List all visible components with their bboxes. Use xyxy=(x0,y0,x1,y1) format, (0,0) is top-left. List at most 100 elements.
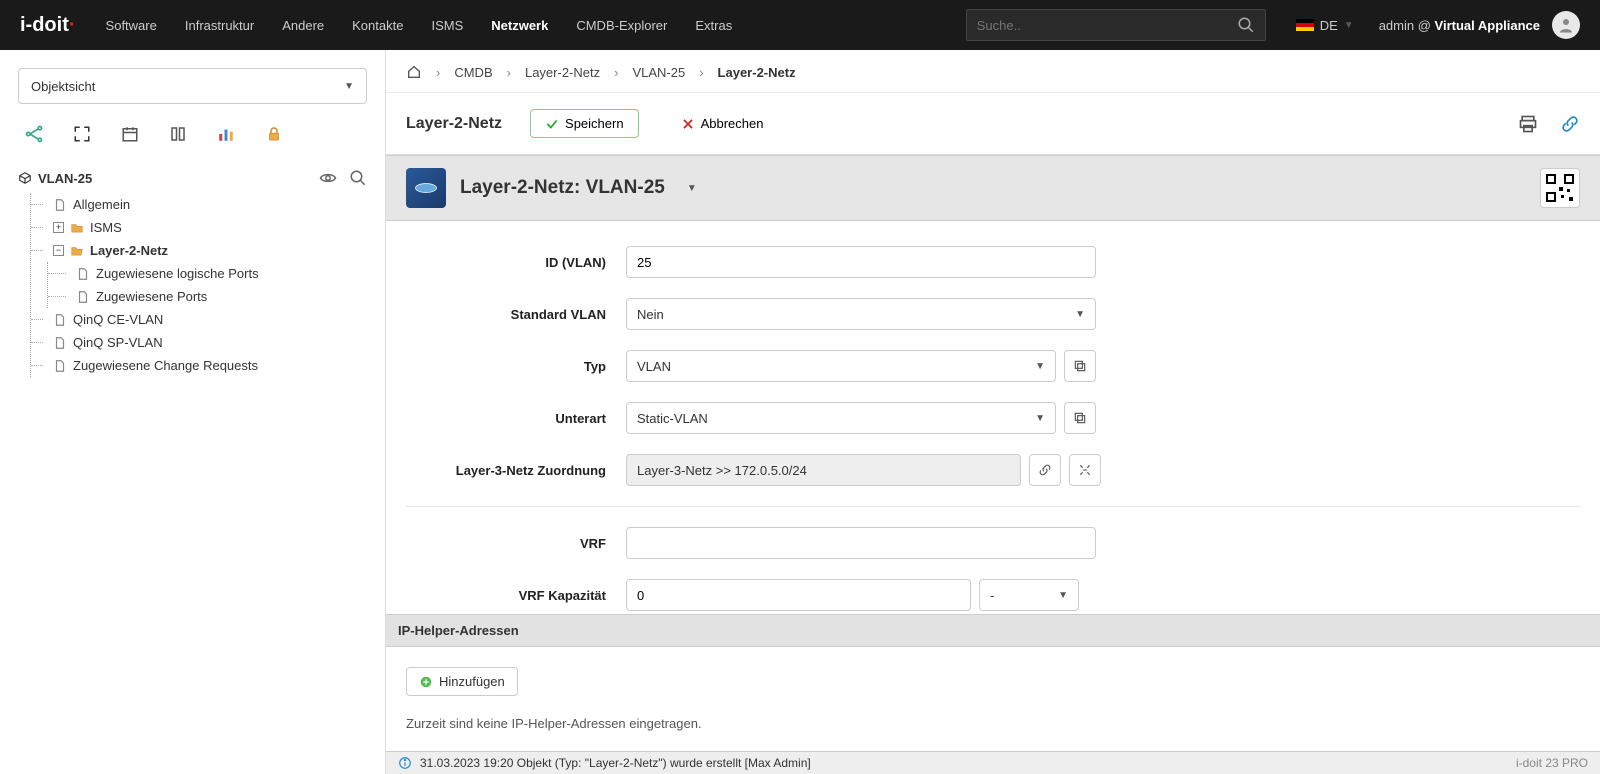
print-icon[interactable] xyxy=(1518,114,1538,134)
content: › CMDB › Layer-2-Netz › VLAN-25 › Layer-… xyxy=(386,50,1600,774)
chevron-down-icon[interactable]: ▼ xyxy=(687,183,697,194)
calendar-icon[interactable] xyxy=(120,124,140,144)
qr-code[interactable] xyxy=(1540,168,1580,208)
chevron-down-icon: ▼ xyxy=(1344,20,1354,31)
flag-de-icon xyxy=(1296,19,1314,31)
chevron-right-icon: › xyxy=(614,65,618,80)
label-std-vlan: Standard VLAN xyxy=(406,307,626,322)
search-icon[interactable] xyxy=(349,169,367,187)
qr-icon xyxy=(1545,173,1575,203)
copy-button[interactable] xyxy=(1064,350,1096,382)
user-info: admin @ Virtual Appliance xyxy=(1379,18,1540,33)
page-icon xyxy=(76,267,90,281)
bc-vlan25[interactable]: VLAN-25 xyxy=(632,65,685,80)
object-header: Layer-2-Netz: VLAN-25 ▼ xyxy=(386,155,1600,221)
tree-item-l2-sub1[interactable]: Zugewiesene logische Ports xyxy=(48,262,367,285)
chevron-down-icon: ▼ xyxy=(1035,413,1045,424)
add-ip-helper-button[interactable]: Hinzufügen xyxy=(406,667,518,696)
page-icon xyxy=(53,313,67,327)
save-button[interactable]: Speichern xyxy=(530,109,639,138)
link-button[interactable] xyxy=(1029,454,1061,486)
tree-item-l2[interactable]: − Layer-2-Netz xyxy=(31,239,367,262)
tree-item-qinq-sp[interactable]: QinQ SP-VLAN xyxy=(31,331,367,354)
input-vrf-kap[interactable] xyxy=(626,579,971,611)
select-unterart[interactable]: Static-VLAN▼ xyxy=(626,402,1056,434)
tree-item-allgemein[interactable]: Allgemein xyxy=(31,193,367,216)
footer-version: i-doit 23 PRO xyxy=(1516,756,1588,770)
book-icon[interactable] xyxy=(168,124,188,144)
ip-helper-empty: Zurzeit sind keine IP-Helper-Adressen ei… xyxy=(406,716,1580,731)
nav-andere[interactable]: Andere xyxy=(282,18,324,33)
input-vrf[interactable] xyxy=(626,527,1096,559)
page-icon xyxy=(53,359,67,373)
eye-icon[interactable] xyxy=(319,169,337,187)
expand-icon[interactable] xyxy=(72,124,92,144)
page-title: Layer-2-Netz xyxy=(406,115,502,133)
tree-item-l2-sub2[interactable]: Zugewiesene Ports xyxy=(48,285,367,308)
expand-toggle[interactable]: + xyxy=(53,222,64,233)
object-type-icon xyxy=(406,168,446,208)
select-typ[interactable]: VLAN▼ xyxy=(626,350,1056,382)
nav-software[interactable]: Software xyxy=(106,18,157,33)
label-typ: Typ xyxy=(406,359,626,374)
bc-l2netz[interactable]: Layer-2-Netz xyxy=(525,65,600,80)
nav-cmdb-explorer[interactable]: CMDB-Explorer xyxy=(576,18,667,33)
nav-infrastruktur[interactable]: Infrastruktur xyxy=(185,18,254,33)
check-icon xyxy=(545,117,559,131)
copy-button[interactable] xyxy=(1064,402,1096,434)
chevron-down-icon: ▼ xyxy=(1035,361,1045,372)
nav-extras[interactable]: Extras xyxy=(695,18,732,33)
chevron-down-icon: ▼ xyxy=(1058,590,1068,601)
chevron-down-icon: ▼ xyxy=(344,81,354,92)
bc-cmdb[interactable]: CMDB xyxy=(454,65,492,80)
link-icon[interactable] xyxy=(1560,114,1580,134)
input-id-vlan[interactable] xyxy=(626,246,1096,278)
cube-icon xyxy=(18,171,32,185)
ip-helper-heading: IP-Helper-Adressen xyxy=(386,614,1600,647)
select-std-vlan[interactable]: Nein▼ xyxy=(626,298,1096,330)
topbar: i-doit· Software Infrastruktur Andere Ko… xyxy=(0,0,1600,50)
form: ID (VLAN) Standard VLAN Nein▼ Typ VLAN▼ … xyxy=(386,221,1600,614)
label-l3-zuordnung: Layer-3-Netz Zuordnung xyxy=(406,463,626,478)
avatar[interactable] xyxy=(1552,11,1580,39)
label-vrf: VRF xyxy=(406,536,626,551)
nav-isms[interactable]: ISMS xyxy=(431,18,463,33)
footer-msg: 31.03.2023 19:20 Objekt (Typ: "Layer-2-N… xyxy=(420,756,811,770)
chevron-right-icon: › xyxy=(507,65,511,80)
home-icon[interactable] xyxy=(406,64,422,80)
label-vrf-kap: VRF Kapazität xyxy=(406,588,626,603)
page-icon xyxy=(53,336,67,350)
tree-item-isms[interactable]: + ISMS xyxy=(31,216,367,239)
nav-menu: Software Infrastruktur Andere Kontakte I… xyxy=(106,18,966,33)
view-select-label: Objektsicht xyxy=(31,79,95,94)
nav-netzwerk[interactable]: Netzwerk xyxy=(491,18,548,33)
unlink-button[interactable] xyxy=(1069,454,1101,486)
field-l3-zuordnung[interactable]: Layer-3-Netz >> 172.0.5.0/24 xyxy=(626,454,1021,486)
folder-icon xyxy=(70,221,84,235)
folder-open-icon xyxy=(70,244,84,258)
lock-icon[interactable] xyxy=(264,124,284,144)
tree: VLAN-25 Allgemein + ISMS − xyxy=(18,169,367,377)
search-input[interactable] xyxy=(977,18,1237,33)
view-select[interactable]: Objektsicht ▼ xyxy=(18,68,367,104)
cancel-button[interactable]: Abbrechen xyxy=(667,110,778,137)
user-icon xyxy=(1557,16,1575,34)
graph-icon[interactable] xyxy=(24,124,44,144)
collapse-toggle[interactable]: − xyxy=(53,245,64,256)
lang-label: DE xyxy=(1320,18,1338,33)
nav-kontakte[interactable]: Kontakte xyxy=(352,18,403,33)
tree-item-change-req[interactable]: Zugewiesene Change Requests xyxy=(31,354,367,377)
label-unterart: Unterart xyxy=(406,411,626,426)
bc-current: Layer-2-Netz xyxy=(718,65,796,80)
chart-icon[interactable] xyxy=(216,124,236,144)
select-vrf-unit[interactable]: -▼ xyxy=(979,579,1079,611)
breadcrumb: › CMDB › Layer-2-Netz › VLAN-25 › Layer-… xyxy=(386,50,1600,93)
unlink-icon xyxy=(1078,463,1092,477)
tree-root[interactable]: VLAN-25 xyxy=(18,171,92,186)
search-icon xyxy=(1237,16,1255,34)
info-icon xyxy=(398,756,412,770)
lang-select[interactable]: DE ▼ xyxy=(1296,18,1354,33)
tree-item-qinq-ce[interactable]: QinQ CE-VLAN xyxy=(31,308,367,331)
search-box[interactable] xyxy=(966,9,1266,41)
page-icon xyxy=(53,198,67,212)
